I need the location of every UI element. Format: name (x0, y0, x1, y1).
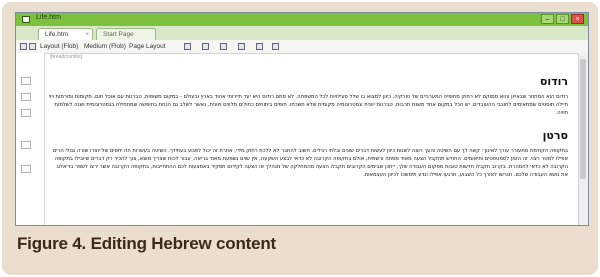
window-controls: – □ × (541, 14, 584, 24)
figure-caption: Figure 4. Editing Hebrew content (17, 234, 277, 253)
back-arrow-icon[interactable] (20, 43, 27, 50)
breadcrumb-text: [breadcrumbs] (50, 54, 82, 60)
gutter-marker (21, 77, 31, 85)
tab-start-page[interactable]: Start Page (96, 28, 156, 40)
app-window: Life.htm – □ × Life.htm × Start Page Lay… (15, 12, 589, 226)
gutter-marker (21, 165, 31, 173)
comment-icon[interactable] (238, 43, 245, 50)
paragraph-icon[interactable] (272, 43, 279, 50)
tab-strip: Life.htm × Start Page (16, 26, 588, 41)
maximize-button[interactable]: □ (556, 14, 569, 24)
gutter-marker (21, 93, 31, 101)
window-title: Life.htm (36, 14, 61, 21)
scrollbar-thumb[interactable] (580, 59, 586, 179)
frame-icon[interactable] (220, 43, 227, 50)
toolbar: Layout (Flob) Medium (Flob) Page Layout (16, 40, 588, 54)
figure-frame: Life.htm – □ × Life.htm × Start Page Lay… (2, 2, 598, 275)
gutter-marker (21, 109, 31, 117)
tab-label: Life.htm (45, 31, 69, 38)
view-icon[interactable] (202, 43, 209, 50)
title-bar: Life.htm – □ × (16, 13, 588, 26)
tab-label: Start Page (103, 31, 134, 38)
layout-icon[interactable] (29, 43, 36, 50)
grid-icon[interactable] (184, 43, 191, 50)
tab-life-htm[interactable]: Life.htm × (38, 28, 93, 40)
document-paragraph-2: בתקופה הקודמת מתעורר עורך לאינוך: קשה לך… (52, 148, 568, 178)
close-button[interactable]: × (571, 14, 584, 24)
editor-content[interactable]: רודוס רודוס הוא המחוזר שבאייון והוא ממוק… (48, 63, 576, 225)
document-heading-2: סרטן (542, 129, 568, 142)
layout-dropdown[interactable]: Layout (Flob) (40, 40, 78, 53)
document-paragraph-1: רודוס הוא המחוזר שבאייון והוא ממוקם לא ר… (48, 94, 568, 116)
left-gutter (16, 53, 45, 225)
app-icon (22, 16, 30, 23)
size-dropdown[interactable]: Medium (Flob) (84, 40, 126, 53)
vertical-scrollbar[interactable] (578, 53, 588, 225)
format-icon[interactable] (256, 43, 263, 50)
minimize-button[interactable]: – (541, 14, 554, 24)
document-heading-1: רודוס (539, 75, 568, 88)
breadcrumb: [breadcrumbs] (16, 53, 588, 62)
page-layout-dropdown[interactable]: Page Layout (129, 40, 166, 53)
gutter-marker (21, 141, 31, 149)
